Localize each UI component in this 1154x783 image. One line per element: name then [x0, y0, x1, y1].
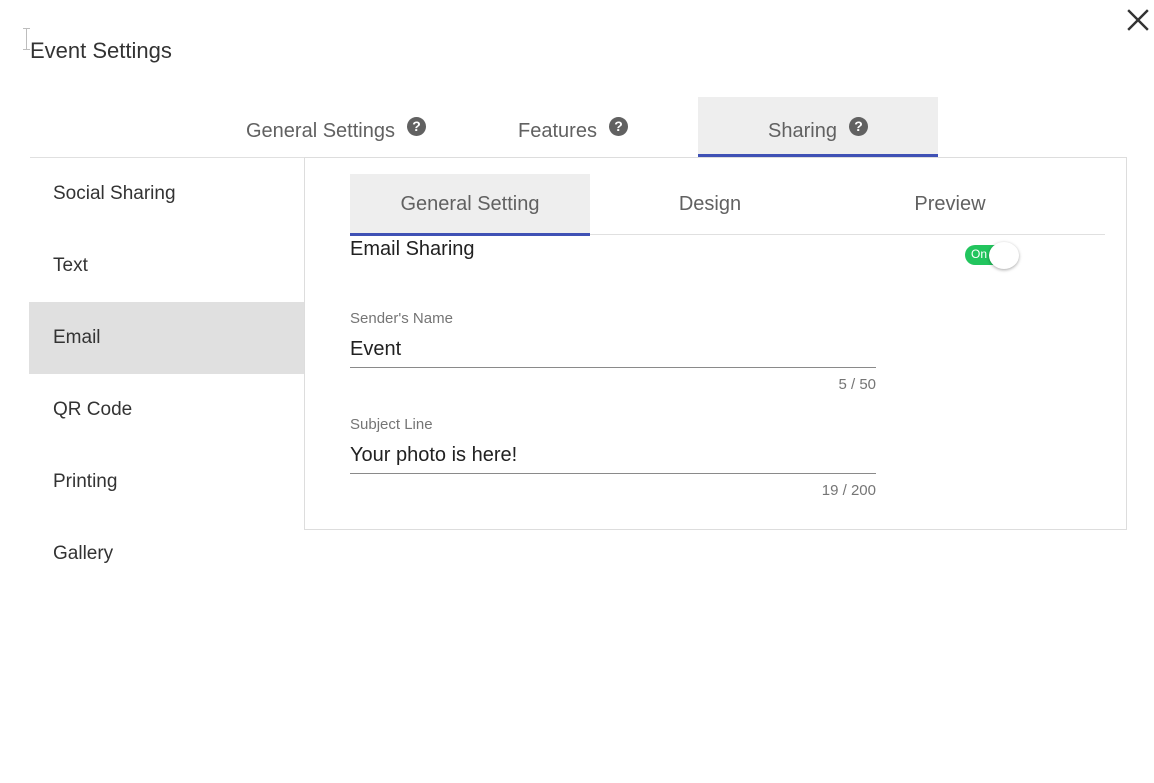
email-settings-panel: General Setting Design Preview Email Sha… [304, 157, 1127, 530]
subject-line-input[interactable] [350, 438, 876, 474]
help-icon[interactable]: ? [406, 116, 426, 136]
email-sharing-title: Email Sharing [350, 238, 475, 260]
subtab-design[interactable]: Design [590, 174, 830, 235]
sidebar-item-printing[interactable]: Printing [29, 446, 304, 518]
sender-name-counter: 5 / 50 [838, 376, 876, 393]
email-subtabs: General Setting Design Preview [350, 174, 1105, 236]
subtab-preview[interactable]: Preview [830, 174, 1070, 235]
subject-line-label: Subject Line [350, 416, 433, 433]
tab-label: General Settings [246, 119, 395, 142]
sidebar-item-gallery[interactable]: Gallery [29, 518, 304, 590]
sidebar: Social Sharing Text Email QR Code Printi… [29, 158, 304, 590]
sidebar-item-qr-code[interactable]: QR Code [29, 374, 304, 446]
toggle-state-label: On [971, 247, 988, 261]
tab-label: Sharing [768, 119, 837, 142]
subtab-general-setting[interactable]: General Setting [350, 174, 590, 236]
close-icon [1127, 9, 1149, 31]
tab-features[interactable]: Features ? [498, 97, 648, 157]
help-icon[interactable]: ? [848, 116, 868, 136]
sidebar-item-social-sharing[interactable]: Social Sharing [29, 158, 304, 230]
sidebar-item-email[interactable]: Email [29, 302, 304, 374]
tab-general-settings[interactable]: General Settings ? [205, 97, 467, 157]
dialog-title: Event Settings [30, 38, 172, 63]
email-sharing-toggle[interactable]: On [965, 242, 1021, 270]
subject-line-counter: 19 / 200 [821, 482, 876, 499]
sender-name-label: Sender's Name [350, 310, 453, 327]
sidebar-item-text[interactable]: Text [29, 230, 304, 302]
tab-sharing[interactable]: Sharing ? [698, 97, 938, 157]
sender-name-input[interactable] [350, 332, 876, 368]
help-icon[interactable]: ? [608, 116, 628, 136]
close-button[interactable] [1124, 6, 1152, 34]
toggle-thumb [989, 242, 1019, 269]
tab-label: Features [518, 119, 597, 142]
